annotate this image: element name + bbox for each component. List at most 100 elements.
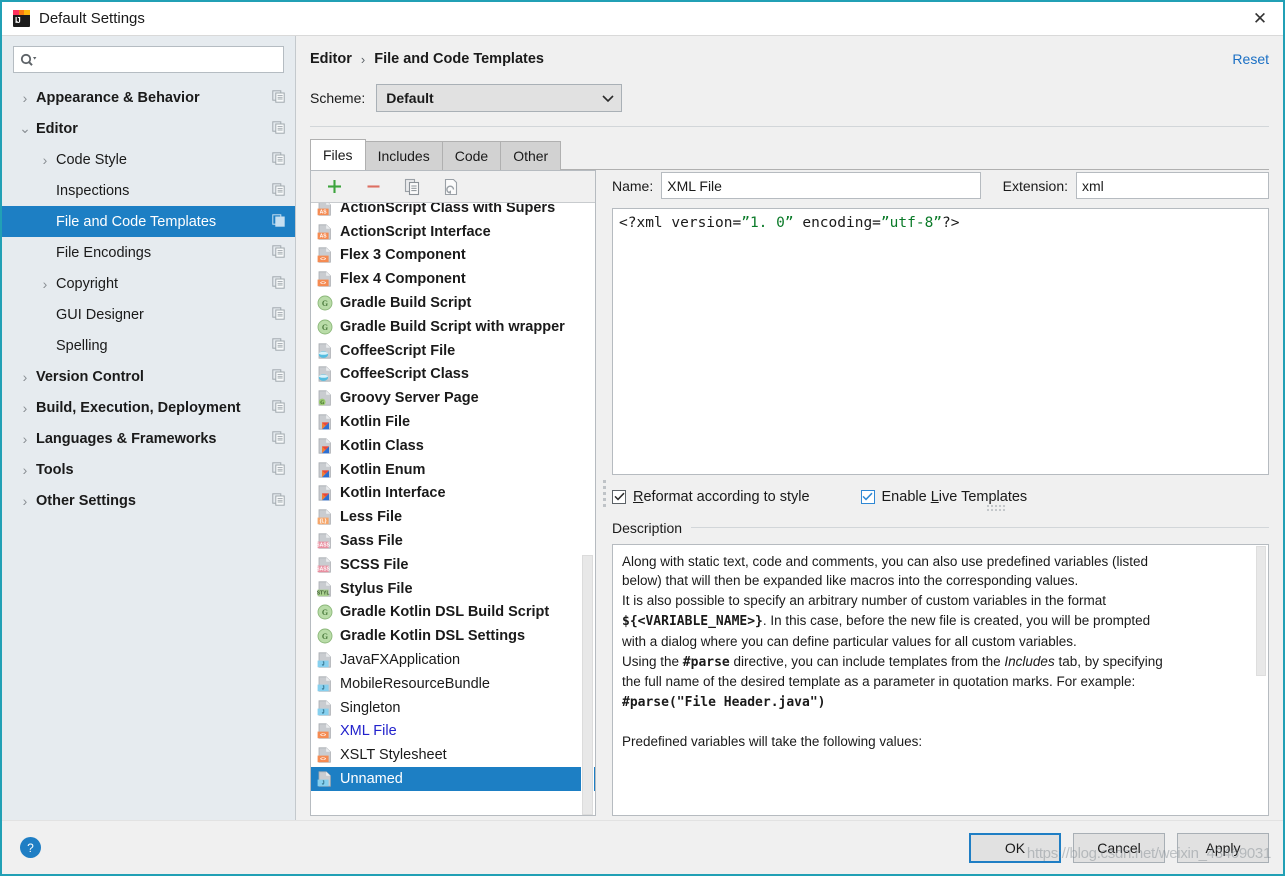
sidebar-item-other-settings[interactable]: › Other Settings: [2, 485, 295, 516]
template-list-item[interactable]: J Singleton: [311, 696, 595, 720]
reset-link[interactable]: Reset: [1232, 51, 1269, 67]
copy-settings-icon[interactable]: [272, 89, 285, 106]
template-list-item[interactable]: J Unnamed: [311, 767, 595, 791]
reformat-checkbox-label: Reformat according to style: [633, 488, 810, 505]
template-list-item[interactable]: AS ActionScript Class with Supers: [311, 203, 595, 220]
template-list-item[interactable]: G Gradle Kotlin DSL Settings: [311, 624, 595, 648]
copy-settings-icon[interactable]: [272, 306, 285, 323]
sidebar-item-inspections[interactable]: Inspections: [2, 175, 295, 206]
template-list-item[interactable]: STYL Stylus File: [311, 577, 595, 601]
template-list-item[interactable]: G Gradle Build Script with wrapper: [311, 315, 595, 339]
copy-settings-icon[interactable]: [272, 430, 285, 447]
template-list-item[interactable]: SASS Sass File: [311, 529, 595, 553]
live-templates-checkbox[interactable]: Enable Live Templates: [860, 489, 1027, 505]
template-list-item[interactable]: {L} Less File: [311, 505, 595, 529]
chevron-right-icon[interactable]: ›: [14, 369, 36, 385]
template-list-scrollbar[interactable]: [581, 555, 594, 815]
apply-button[interactable]: Apply: [1177, 832, 1269, 863]
sidebar-item-gui-designer[interactable]: GUI Designer: [2, 299, 295, 330]
template-list-item[interactable]: G Groovy Server Page: [311, 386, 595, 410]
dialog-footer: ? OK Cancel Apply https://blog.csdn.net/…: [2, 820, 1283, 874]
java-file-icon: J: [317, 676, 333, 692]
reset-revert-icon[interactable]: [440, 176, 462, 198]
template-list-item[interactable]: AS ActionScript Interface: [311, 220, 595, 244]
template-list-item[interactable]: J MobileResourceBundle: [311, 672, 595, 696]
ok-button[interactable]: OK: [969, 832, 1061, 863]
search-box[interactable]: [13, 46, 284, 73]
tab-other[interactable]: Other: [500, 141, 562, 170]
template-list-item-label: Stylus File: [340, 580, 413, 597]
sidebar-item-appearance-behavior[interactable]: › Appearance & Behavior: [2, 82, 295, 113]
scheme-row: Scheme: Default: [310, 78, 1269, 118]
template-list-item[interactable]: Kotlin Class: [311, 434, 595, 458]
sidebar-item-version-control[interactable]: › Version Control: [2, 361, 295, 392]
sidebar-item-editor[interactable]: ⌄ Editor: [2, 113, 295, 144]
tab-files[interactable]: Files: [310, 139, 366, 170]
chevron-right-icon[interactable]: ›: [14, 400, 36, 416]
copy-settings-icon[interactable]: [272, 275, 285, 292]
chevron-right-icon[interactable]: ›: [34, 276, 56, 292]
sidebar-item-spelling[interactable]: Spelling: [2, 330, 295, 361]
template-list-item[interactable]: CoffeeScript Class: [311, 363, 595, 387]
chevron-right-icon[interactable]: ›: [14, 462, 36, 478]
chevron-right-icon[interactable]: ›: [14, 431, 36, 447]
sidebar-item-languages-frameworks[interactable]: › Languages & Frameworks: [2, 423, 295, 454]
sidebar-item-tools[interactable]: › Tools: [2, 454, 295, 485]
template-list-item[interactable]: Kotlin File: [311, 410, 595, 434]
description-scrollbar[interactable]: [1255, 545, 1267, 814]
sidebar-item-file-encodings[interactable]: File Encodings: [2, 237, 295, 268]
code-encoding-value: ”utf-8”: [880, 215, 943, 231]
copy-settings-icon[interactable]: [272, 368, 285, 385]
sidebar-item-build-execution-deployment[interactable]: › Build, Execution, Deployment: [2, 392, 295, 423]
template-list[interactable]: AS ActionScript Class with Supers AS Action…: [311, 203, 595, 815]
template-list-item[interactable]: <> XML File: [311, 720, 595, 744]
copy-settings-icon[interactable]: [272, 337, 285, 354]
template-list-item[interactable]: SASS SCSS File: [311, 553, 595, 577]
copy-settings-icon[interactable]: [272, 244, 285, 261]
template-list-item[interactable]: G Gradle Build Script: [311, 291, 595, 315]
sidebar-item-copyright[interactable]: › Copyright: [2, 268, 295, 299]
template-list-item[interactable]: <> Flex 3 Component: [311, 244, 595, 268]
chevron-right-icon[interactable]: ›: [14, 493, 36, 509]
template-list-item-label: Gradle Build Script with wrapper: [340, 318, 565, 335]
chevron-right-icon[interactable]: ›: [14, 90, 36, 106]
template-list-item[interactable]: <> XSLT Stylesheet: [311, 743, 595, 767]
template-code-editor[interactable]: <?xml version=”1. 0” encoding=”utf-8”?>: [612, 208, 1269, 475]
copy-settings-icon[interactable]: [272, 120, 285, 137]
remove-template-button[interactable]: [362, 176, 384, 198]
copy-settings-icon[interactable]: [272, 492, 285, 509]
gradle-icon: G: [317, 295, 333, 311]
tab-includes[interactable]: Includes: [364, 141, 443, 170]
chevron-right-icon[interactable]: ›: [34, 152, 56, 168]
template-list-item[interactable]: CoffeeScript File: [311, 339, 595, 363]
settings-sidebar: › Appearance & Behavior ⌄ Editor › Code Style…: [2, 36, 296, 820]
extension-input[interactable]: [1076, 172, 1269, 199]
template-list-item[interactable]: Kotlin Interface: [311, 482, 595, 506]
add-template-button[interactable]: [323, 176, 345, 198]
search-input[interactable]: [41, 51, 277, 68]
template-list-item[interactable]: Kotlin Enum: [311, 458, 595, 482]
chevron-down-icon[interactable]: ⌄: [14, 120, 36, 137]
sidebar-item-code-style[interactable]: › Code Style: [2, 144, 295, 175]
scheme-dropdown[interactable]: Default: [376, 84, 623, 112]
copy-settings-icon[interactable]: [272, 399, 285, 416]
panel-splitter[interactable]: [596, 170, 612, 816]
tab-code[interactable]: Code: [441, 141, 502, 170]
template-list-item[interactable]: <> Flex 4 Component: [311, 267, 595, 291]
cancel-button[interactable]: Cancel: [1073, 832, 1165, 863]
name-input[interactable]: [661, 172, 981, 199]
breadcrumb-item-editor[interactable]: Editor: [310, 51, 352, 67]
reformat-checkbox[interactable]: Reformat according to style: [612, 489, 810, 505]
template-list-item[interactable]: J JavaFXApplication: [311, 648, 595, 672]
copy-settings-icon[interactable]: [272, 151, 285, 168]
template-list-item[interactable]: G Gradle Kotlin DSL Build Script: [311, 601, 595, 625]
close-icon[interactable]: ✕: [1237, 2, 1283, 35]
copy-settings-icon[interactable]: [272, 182, 285, 199]
copy-settings-icon[interactable]: [272, 461, 285, 478]
help-button[interactable]: ?: [20, 837, 41, 858]
code-version-value: ”1. 0”: [741, 215, 794, 231]
sidebar-item-file-and-code-templates[interactable]: File and Code Templates: [2, 206, 295, 237]
copy-settings-icon[interactable]: [272, 213, 285, 230]
dialog-buttons: OK Cancel Apply: [969, 832, 1269, 863]
copy-template-button[interactable]: [401, 176, 423, 198]
